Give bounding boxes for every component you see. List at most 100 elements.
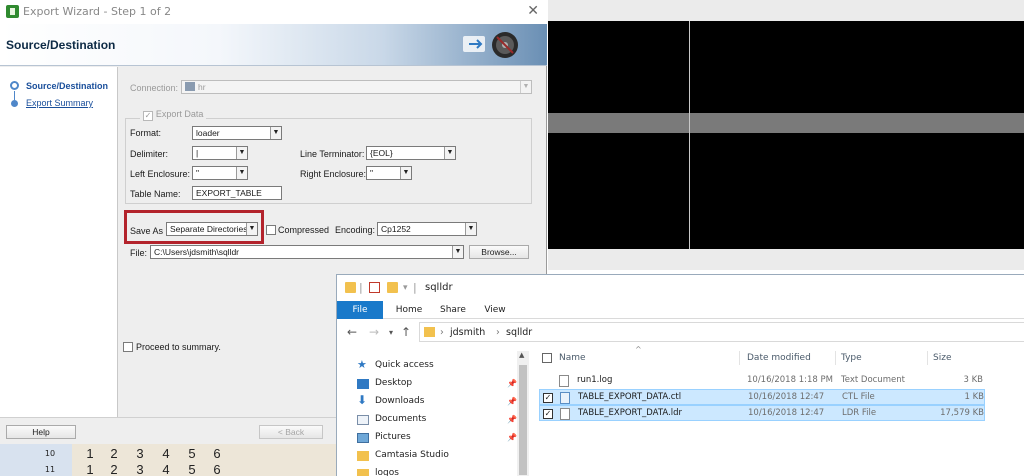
page-heading: Source/Destination	[6, 38, 116, 52]
pin-icon[interactable]: 📌	[507, 397, 517, 406]
app-icon	[6, 5, 19, 18]
sheet-cell: 5	[188, 462, 196, 476]
right-enclosure-value: "	[370, 168, 374, 178]
tab-file[interactable]: File	[337, 301, 383, 319]
separator: |	[359, 281, 363, 294]
table-name-input[interactable]: EXPORT_TABLE	[192, 186, 282, 200]
export-data-checkbox[interactable]: ✓	[143, 111, 153, 121]
forward-arrow-icon[interactable]: →	[369, 325, 379, 339]
desktop-icon	[357, 379, 369, 389]
navigation-pane: ★ Quick access Desktop 📌 ⬇ Downloads 📌 D…	[337, 353, 529, 476]
database-icon	[185, 82, 195, 91]
column-divider[interactable]	[739, 351, 740, 365]
sheet-row: 11 1 2 3 4 5 6	[0, 462, 336, 476]
chevron-down-icon: ▼	[236, 167, 247, 179]
compressed-label: Compressed	[278, 225, 330, 235]
left-enclosure-select[interactable]: " ▼	[192, 166, 248, 180]
sort-ascending-icon: ^	[635, 345, 642, 354]
chevron-down-icon: ▼	[236, 147, 247, 159]
format-label: Format:	[130, 128, 162, 138]
nav-item-label: Desktop	[375, 378, 413, 388]
wizard-steps-panel: Source/Destination Export Summary	[0, 67, 118, 417]
recent-locations-icon[interactable]: ▾	[389, 328, 393, 337]
column-header-size[interactable]: Size	[933, 353, 951, 363]
chevron-down-icon: ▼	[270, 127, 281, 139]
file-date: 10/16/2018 12:47	[748, 408, 825, 418]
proceed-label: Proceed to summary.	[136, 342, 221, 352]
new-folder-icon[interactable]	[387, 282, 398, 293]
help-button[interactable]: Help	[6, 425, 76, 439]
ctl-file-icon	[560, 392, 570, 404]
tab-share[interactable]: Share	[433, 301, 473, 319]
nav-pane-scrollbar[interactable]: ▲	[517, 351, 529, 476]
connection-label: Connection:	[130, 83, 179, 93]
file-row[interactable]: ✓ TABLE_EXPORT_DATA.ctl 10/16/2018 12:47…	[539, 389, 985, 405]
path-box[interactable]: › jdsmith › sqlldr	[419, 322, 1024, 342]
explorer-titlebar: | ▾ | sqlldr	[337, 275, 1024, 301]
sheet-cell: 5	[188, 446, 196, 461]
pin-icon[interactable]: 📌	[507, 415, 517, 424]
tab-view[interactable]: View	[477, 301, 513, 319]
ldr-file-icon	[560, 408, 570, 420]
scrollbar-thumb[interactable]	[519, 365, 527, 475]
file-explorer-window: | ▾ | sqlldr File Home Share View ← → ▾ …	[336, 274, 1024, 476]
pin-icon[interactable]: 📌	[507, 433, 517, 442]
file-date: 10/16/2018 1:18 PM	[747, 375, 833, 385]
properties-icon[interactable]	[369, 282, 380, 293]
sheet-cell: 2	[110, 462, 118, 476]
step-export-summary[interactable]: Export Summary	[26, 98, 93, 108]
format-select[interactable]: loader ▼	[192, 126, 282, 140]
separator: |	[413, 281, 417, 294]
column-header-type[interactable]: Type	[841, 353, 862, 363]
back-button[interactable]: < Back	[259, 425, 323, 439]
preview-bottom-area	[548, 133, 1024, 249]
wizard-titlebar: Export Wizard - Step 1 of 2 ✕	[0, 0, 547, 24]
file-path-input[interactable]: C:\Users\jdsmith\sqlldr ▼	[150, 245, 464, 259]
export-data-group	[125, 118, 532, 204]
select-all-checkbox[interactable]	[542, 353, 552, 363]
breadcrumb-jdsmith[interactable]: jdsmith	[450, 327, 485, 338]
star-icon: ★	[357, 358, 367, 371]
folder-icon	[345, 282, 356, 293]
tab-home[interactable]: Home	[389, 301, 429, 319]
customize-quick-access-icon[interactable]: ▾	[403, 283, 408, 293]
nav-item-label: Documents	[375, 414, 427, 424]
chevron-down-icon: ▼	[452, 246, 463, 258]
sheet-cell: 4	[162, 446, 170, 461]
save-as-highlight	[124, 210, 264, 244]
delimiter-select[interactable]: | ▼	[192, 146, 248, 160]
connection-select[interactable]: hr ▼	[181, 80, 532, 94]
scroll-up-icon[interactable]: ▲	[519, 351, 524, 359]
column-divider[interactable]	[835, 351, 836, 365]
folder-icon	[424, 327, 435, 337]
file-row[interactable]: run1.log 10/16/2018 1:18 PM Text Documen…	[539, 373, 985, 389]
pictures-icon	[357, 433, 369, 443]
sheet-cell: 2	[110, 446, 118, 461]
step-source-destination[interactable]: Source/Destination	[26, 81, 108, 91]
right-enclosure-select[interactable]: " ▼	[366, 166, 412, 180]
close-icon[interactable]: ✕	[527, 3, 539, 19]
compressed-checkbox[interactable]	[266, 225, 276, 235]
proceed-checkbox[interactable]	[123, 342, 133, 352]
column-divider[interactable]	[927, 351, 928, 365]
encoding-select[interactable]: Cp1252 ▼	[377, 222, 477, 236]
line-terminator-select[interactable]: {EOL} ▼	[366, 146, 456, 160]
row-checkbox[interactable]: ✓	[543, 393, 553, 403]
back-arrow-icon[interactable]: ←	[347, 325, 357, 339]
chevron-down-icon: ▼	[400, 167, 411, 179]
up-arrow-icon[interactable]: ↑	[401, 325, 411, 339]
encoding-value: Cp1252	[381, 224, 411, 234]
step-connector	[14, 91, 15, 100]
row-checkbox[interactable]: ✓	[543, 409, 553, 419]
folder-icon	[357, 451, 369, 461]
column-header-date-modified[interactable]: Date modified	[747, 353, 811, 363]
pin-icon[interactable]: 📌	[507, 379, 517, 388]
file-row[interactable]: ✓ TABLE_EXPORT_DATA.ldr 10/16/2018 12:47…	[539, 405, 985, 421]
column-header-name[interactable]: Name	[559, 353, 586, 363]
browse-button[interactable]: Browse...	[469, 245, 529, 259]
preview-vertical-line	[689, 21, 690, 249]
right-enclosure-label: Right Enclosure:	[300, 169, 367, 179]
breadcrumb-sqlldr[interactable]: sqlldr	[506, 327, 532, 338]
chevron-down-icon: ▼	[444, 147, 455, 159]
explorer-title: sqlldr	[425, 282, 453, 293]
